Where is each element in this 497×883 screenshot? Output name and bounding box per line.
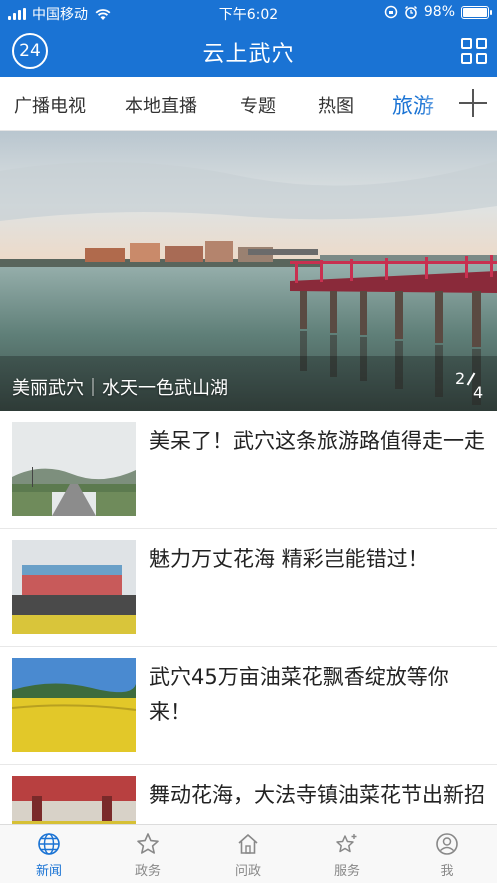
news-thumbnail <box>12 776 136 824</box>
alarm-icon <box>404 5 417 19</box>
app-header: 24 云上武穴 <box>0 24 497 77</box>
news-title: 舞动花海，大法寺镇油菜花节出新招 <box>149 783 485 807</box>
status-right: 98% <box>384 4 492 20</box>
news-title: 武穴45万亩油菜花飘香绽放等你来！ <box>149 665 449 724</box>
add-channel-icon[interactable] <box>459 89 487 117</box>
star-icon <box>137 833 159 854</box>
nav-label: 服务 <box>333 864 360 879</box>
banner-current-page: 2 <box>455 369 466 388</box>
battery-level <box>463 7 487 17</box>
news-item[interactable]: 美呆了！武穴这条旅游路值得走一走 <box>0 411 497 529</box>
nav-news[interactable]: 新闻 <box>9 825 89 883</box>
news-thumbnail <box>12 422 136 516</box>
tab-bendi-zhibo[interactable]: 本地直播 <box>125 92 197 118</box>
battery-percent: 98% <box>423 4 455 20</box>
user-icon <box>436 833 458 855</box>
tab-retu[interactable]: 热图 <box>318 92 354 118</box>
tab-zhuanti[interactable]: 专题 <box>240 92 276 118</box>
globe-icon <box>38 833 60 855</box>
nav-label: 新闻 <box>35 864 62 879</box>
nav-inquiry[interactable]: 问政 <box>208 825 288 883</box>
status-bar: 中国移动 下午6:02 98% <box>0 0 497 24</box>
battery-icon <box>461 5 492 19</box>
channel-tabs: 广播电视 本地直播 专题 热图 旅游 <box>0 77 497 131</box>
banner-page-indicator: 2 4 <box>453 369 489 403</box>
news-item[interactable]: 武穴45万亩油菜花飘香绽放等你来！ <box>0 647 497 765</box>
news-title: 魅力万丈花海 精彩岂能错过！ <box>149 547 429 571</box>
news-thumbnail <box>12 540 136 634</box>
news-item[interactable]: 舞动花海，大法寺镇油菜花节出新招 <box>0 765 497 824</box>
bottom-nav: 新闻 政务 问政 服务 我 <box>0 824 497 883</box>
nav-label: 政务 <box>134 864 161 879</box>
home-icon <box>238 834 258 854</box>
banner-image <box>0 131 497 411</box>
news-list: 美呆了！武穴这条旅游路值得走一走 魅力万丈花海 精彩岂能错过！ 武穴45万亩油菜… <box>0 411 497 824</box>
grid-menu-icon[interactable] <box>461 38 487 64</box>
news-thumbnail <box>12 658 136 752</box>
nav-label: 问政 <box>234 864 261 879</box>
banner-carousel[interactable]: 美丽武穴｜水天一色武山湖 2 4 <box>0 131 497 411</box>
news-title: 美呆了！武穴这条旅游路值得走一走 <box>149 429 485 453</box>
nav-profile[interactable]: 我 <box>407 825 487 883</box>
banner-caption: 美丽武穴｜水天一色武山湖 <box>12 378 228 399</box>
tab-guangbo-dianshi[interactable]: 广播电视 <box>14 92 86 118</box>
app-title: 云上武穴 <box>202 42 295 67</box>
news-item[interactable]: 魅力万丈花海 精彩岂能错过！ <box>0 529 497 647</box>
banner-total-pages: 4 <box>473 383 484 402</box>
nav-label: 我 <box>440 864 454 879</box>
nav-government[interactable]: 政务 <box>108 825 188 883</box>
tab-fade <box>420 77 460 130</box>
nav-services[interactable]: 服务 <box>307 825 387 883</box>
sparkle-star-icon <box>336 834 357 853</box>
lock-rotation-icon <box>384 5 398 19</box>
